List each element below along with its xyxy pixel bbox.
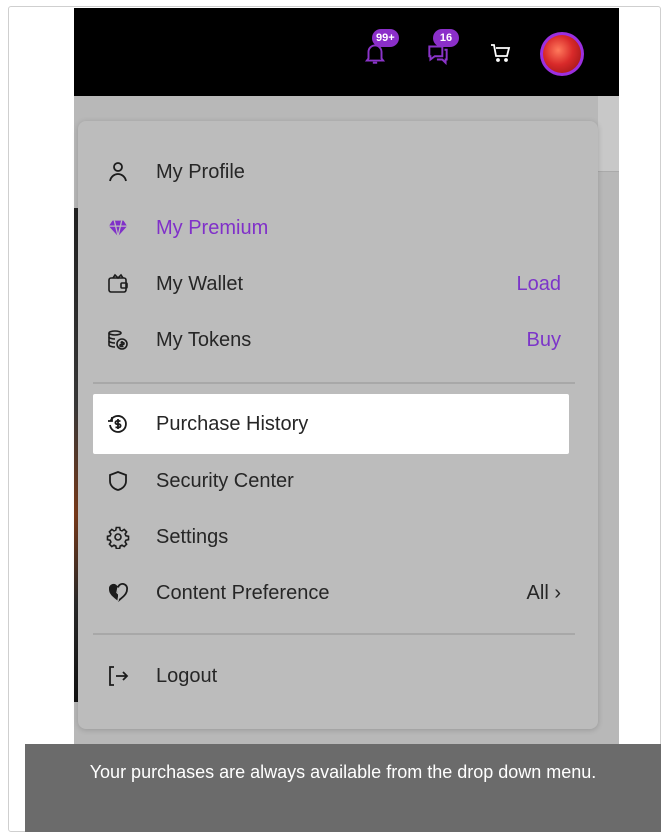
menu-item-my-wallet[interactable]: My Wallet Load (93, 256, 569, 312)
onboarding-tooltip: Your purchases are always available from… (25, 744, 661, 832)
menu-item-label: Purchase History (156, 412, 309, 435)
menu-item-label: Settings (156, 525, 229, 548)
user-dropdown-menu: My Profile My Premium My Wallet Load My … (78, 121, 598, 729)
menu-item-label: Security Center (156, 469, 294, 492)
notifications-button[interactable]: 99+ (358, 29, 399, 70)
purchase-history-icon (105, 411, 131, 437)
menu-item-label: My Profile (156, 160, 245, 183)
tokens-icon (105, 327, 131, 353)
tokens-buy-link[interactable]: Buy (527, 329, 561, 352)
avatar-image (543, 35, 581, 73)
menu-item-logout[interactable]: Logout (93, 648, 569, 704)
menu-item-label: My Tokens (156, 328, 252, 351)
messages-button[interactable]: 16 (421, 29, 459, 70)
menu-item-label: My Premium (156, 216, 269, 239)
wallet-load-link[interactable]: Load (517, 273, 562, 296)
notifications-badge: 99+ (372, 29, 399, 47)
cart-button[interactable] (484, 36, 518, 70)
messages-badge: 16 (433, 29, 459, 47)
diamond-icon (105, 215, 131, 241)
cart-icon (491, 44, 511, 62)
menu-item-my-tokens[interactable]: My Tokens Buy (93, 312, 569, 368)
logout-icon (105, 663, 131, 689)
menu-item-settings[interactable]: Settings (93, 509, 569, 565)
menu-item-purchase-history[interactable]: Purchase History (93, 394, 569, 454)
shield-icon (105, 468, 131, 494)
heart-half-icon (105, 580, 131, 606)
content-preference-value[interactable]: All › (527, 582, 561, 605)
menu-divider (93, 633, 575, 635)
menu-divider (93, 382, 575, 384)
background-panel-strip (598, 96, 619, 172)
user-icon (105, 159, 131, 185)
menu-item-my-profile[interactable]: My Profile (93, 144, 569, 200)
menu-item-content-preference[interactable]: Content Preference All › (93, 565, 569, 621)
tooltip-text: Your purchases are always available from… (89, 762, 597, 782)
avatar[interactable] (540, 32, 584, 76)
wallet-icon (105, 271, 131, 297)
menu-item-label: Logout (156, 664, 218, 687)
menu-item-my-premium[interactable]: My Premium (93, 200, 569, 256)
menu-item-security-center[interactable]: Security Center (93, 453, 569, 509)
menu-item-label: Content Preference (156, 581, 330, 604)
gear-icon (105, 524, 131, 550)
top-bar: 99+ 16 (74, 8, 619, 96)
menu-item-label: My Wallet (156, 272, 244, 295)
